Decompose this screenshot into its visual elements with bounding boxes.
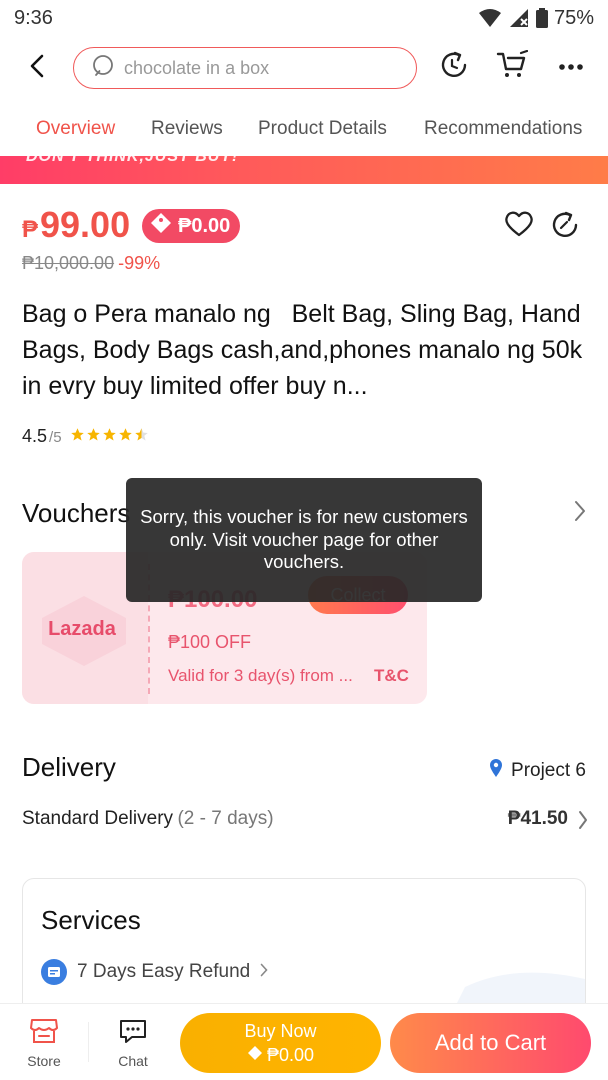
rating-stars — [70, 427, 149, 442]
buy-now-price-line: ₱0.00 — [247, 1043, 314, 1067]
delivery-title: Delivery — [22, 752, 116, 782]
delivery-option-days: (2 - 7 days) — [177, 808, 274, 829]
tab-reviews[interactable]: Reviews — [151, 118, 223, 140]
rating-score: 4.5 — [22, 426, 48, 446]
cell-signal-icon — [508, 8, 530, 28]
delivery-option-label: Standard Delivery — [22, 808, 174, 829]
chevron-left-icon — [30, 54, 44, 83]
status-time: 9:36 — [14, 6, 53, 29]
buy-now-label: Buy Now — [244, 1021, 317, 1041]
more-menu-button[interactable] — [554, 50, 588, 84]
diamond-tag-icon — [247, 1043, 263, 1067]
tab-overview[interactable]: Overview — [36, 118, 115, 140]
tab-product-details[interactable]: Product Details — [258, 118, 387, 140]
buy-now-price: ₱0.00 — [266, 1045, 315, 1065]
buy-now-button[interactable]: Buy Now ₱0.00 — [180, 1013, 381, 1073]
badge-price: ₱0.00 — [178, 214, 231, 237]
cart-icon — [496, 49, 529, 85]
rating-out-of: /5 — [49, 429, 62, 446]
wishlist-heart-icon[interactable] — [504, 210, 534, 243]
price-value: 99.00 — [40, 204, 131, 245]
star-icon — [102, 428, 116, 441]
store-label: Store — [27, 1053, 61, 1069]
back-button[interactable] — [22, 50, 52, 86]
delivery-fee: ₱41.50 — [507, 808, 568, 829]
delivery-location-text: Project 6 — [511, 760, 586, 781]
section-tabs: Overview Reviews Product Details Recomme… — [0, 108, 608, 152]
toast-text: Sorry, this voucher is for new customers… — [140, 506, 468, 573]
product-rating[interactable]: 4.5 /5 — [22, 426, 149, 447]
tab-recommendations[interactable]: Recommendations — [424, 118, 582, 140]
status-bar: 9:36 75% — [0, 0, 608, 36]
search-icon — [92, 54, 116, 83]
vouchers-chevron-right-icon[interactable] — [574, 500, 586, 527]
share-icon[interactable] — [550, 210, 580, 245]
promo-banner-text: DON'T THINK,JUST BUY! — [26, 156, 239, 165]
more-dots-icon — [558, 58, 584, 76]
refresh-icon — [439, 50, 469, 85]
voucher-price-badge: ₱0.00 — [142, 209, 241, 243]
service-chevron-right-icon — [260, 961, 268, 983]
add-to-cart-button[interactable]: Add to Cart — [390, 1013, 591, 1073]
store-icon — [29, 1018, 59, 1047]
nav-divider — [88, 1022, 89, 1062]
delivery-location[interactable]: Project 6 — [489, 758, 586, 784]
history-button[interactable] — [437, 50, 471, 84]
star-icon — [70, 428, 84, 441]
vouchers-title: Vouchers — [22, 498, 131, 528]
original-price: ₱10,000.00 — [22, 253, 115, 273]
chat-icon — [118, 1018, 148, 1047]
star-icon — [118, 428, 132, 441]
promo-banner: DON'T THINK,JUST BUY! — [0, 156, 608, 184]
original-price-row: ₱10,000.00 -99% — [22, 253, 160, 274]
voucher-terms-link[interactable]: T&C — [374, 666, 409, 686]
voucher-off-text: ₱100 OFF — [168, 632, 252, 652]
store-button[interactable]: Store — [14, 1018, 74, 1069]
delivery-chevron-right-icon — [578, 810, 588, 835]
voucher-validity: Valid for 3 day(s) from ... — [168, 666, 353, 685]
delivery-option-row[interactable]: Standard Delivery (2 - 7 days) ₱41.50 — [22, 808, 588, 834]
wifi-icon — [478, 8, 502, 28]
half-star-icon — [134, 428, 148, 441]
status-icons: 75% — [478, 7, 594, 30]
location-pin-icon — [489, 758, 503, 784]
top-bar: chocolate in a box — [0, 44, 608, 94]
battery-level: 75% — [553, 6, 594, 29]
battery-icon — [535, 8, 548, 28]
discount-percent: -99% — [118, 253, 161, 273]
refund-icon — [41, 959, 67, 985]
price-section: ₱99.00 ₱0.00 ₱10,000.00 -99% — [22, 204, 592, 284]
star-icon — [86, 428, 100, 441]
toast-message: Sorry, this voucher is for new customers… — [126, 478, 482, 602]
search-input[interactable]: chocolate in a box — [73, 47, 417, 89]
bottom-action-bar: Store Chat Buy Now ₱0.00 Add to Cart — [0, 1003, 608, 1080]
services-title: Services — [41, 905, 141, 935]
currency-symbol: ₱ — [22, 216, 39, 243]
diamond-tag-icon — [150, 212, 172, 240]
service-item-refund[interactable]: 7 Days Easy Refund — [41, 959, 268, 985]
chat-button[interactable]: Chat — [103, 1018, 163, 1069]
search-placeholder: chocolate in a box — [124, 57, 270, 78]
service-item-label: 7 Days Easy Refund — [77, 961, 251, 982]
lazada-logo-text: Lazada — [48, 618, 116, 640]
product-price: ₱99.00 — [22, 204, 130, 246]
product-title: Bag o Pera manalo ng Belt Bag, Sling Bag… — [22, 300, 590, 400]
chat-label: Chat — [118, 1053, 148, 1069]
cart-button[interactable] — [495, 49, 529, 85]
